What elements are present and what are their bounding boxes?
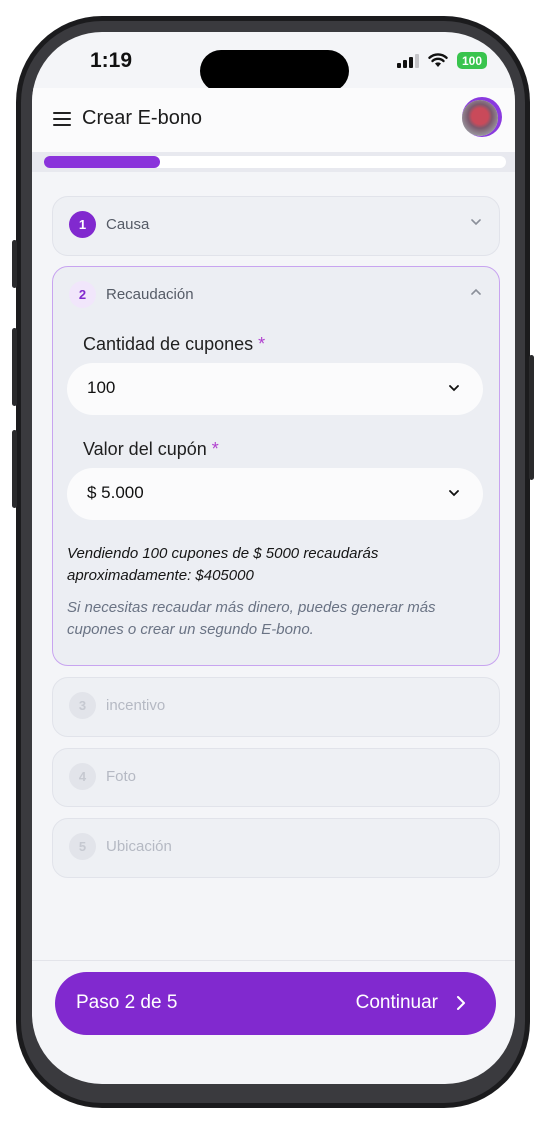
wifi-icon — [428, 53, 448, 67]
step-header[interactable]: 2 Recaudación — [69, 281, 194, 308]
progress-track — [44, 156, 506, 168]
status-icons: 100 — [397, 52, 487, 69]
chevron-down-icon — [471, 219, 481, 226]
step-card-causa[interactable]: 1 Causa — [52, 196, 500, 256]
step-number: 2 — [69, 281, 96, 308]
status-time: 1:19 — [90, 49, 133, 72]
step-number: 3 — [69, 692, 96, 719]
coupon-value-label: Valor del cupón * — [83, 439, 219, 459]
required-mark: * — [258, 334, 266, 354]
progress-fill — [44, 156, 160, 168]
action-button — [12, 240, 17, 288]
continue-button[interactable]: Paso 2 de 5 Continuar — [55, 972, 496, 1035]
step-label: Ubicación — [106, 838, 172, 855]
app-header: Crear E-bono — [32, 88, 515, 152]
step-label: Causa — [106, 216, 150, 233]
screen: 1:19 100 Crear E-bono 1 Causa 2 Recaudac… — [32, 32, 515, 1084]
battery-icon: 100 — [457, 52, 487, 69]
required-mark: * — [211, 439, 219, 459]
step-number: 1 — [69, 211, 96, 238]
power-button — [529, 355, 534, 480]
step-label: Foto — [106, 768, 137, 785]
step-card-ubicacion[interactable]: 5 Ubicación — [52, 818, 500, 878]
hint-text: Si necesitas recaudar más dinero, puedes… — [67, 599, 436, 638]
chevron-up-icon[interactable] — [471, 287, 481, 297]
coupons-select[interactable]: 100 — [67, 363, 483, 415]
step-indicator: Paso 2 de 5 — [76, 992, 178, 1013]
avatar[interactable] — [462, 100, 498, 136]
dynamic-island — [200, 50, 349, 92]
step-label: Recaudación — [106, 286, 194, 303]
chevron-down-icon — [449, 490, 459, 497]
coupons-value: 100 — [87, 378, 116, 397]
chevron-down-icon — [449, 385, 459, 392]
volume-down-button — [12, 430, 17, 508]
summary-text: Vendiendo 100 cupones de $ 5000 recaudar… — [67, 545, 379, 584]
step-number: 5 — [69, 833, 96, 860]
step-card-incentivo[interactable]: 3 incentivo — [52, 677, 500, 737]
progress-bar — [32, 152, 515, 172]
menu-icon[interactable] — [53, 112, 71, 126]
signal-icon — [397, 53, 419, 68]
step-number: 4 — [69, 763, 96, 790]
footer-divider — [32, 960, 515, 961]
coupon-value-select[interactable]: $ 5.000 — [67, 468, 483, 520]
coupon-value: $ 5.000 — [87, 483, 144, 502]
continue-label: Continuar — [355, 992, 438, 1013]
page-title: Crear E-bono — [82, 107, 203, 129]
chevron-right-icon — [457, 996, 465, 1010]
step-card-recaudacion: 2 Recaudación Cantidad de cupones * 100 … — [52, 266, 500, 666]
step-card-foto[interactable]: 4 Foto — [52, 748, 500, 807]
volume-up-button — [12, 328, 17, 406]
step-label: incentivo — [106, 697, 166, 714]
coupons-label: Cantidad de cupones * — [83, 334, 266, 354]
